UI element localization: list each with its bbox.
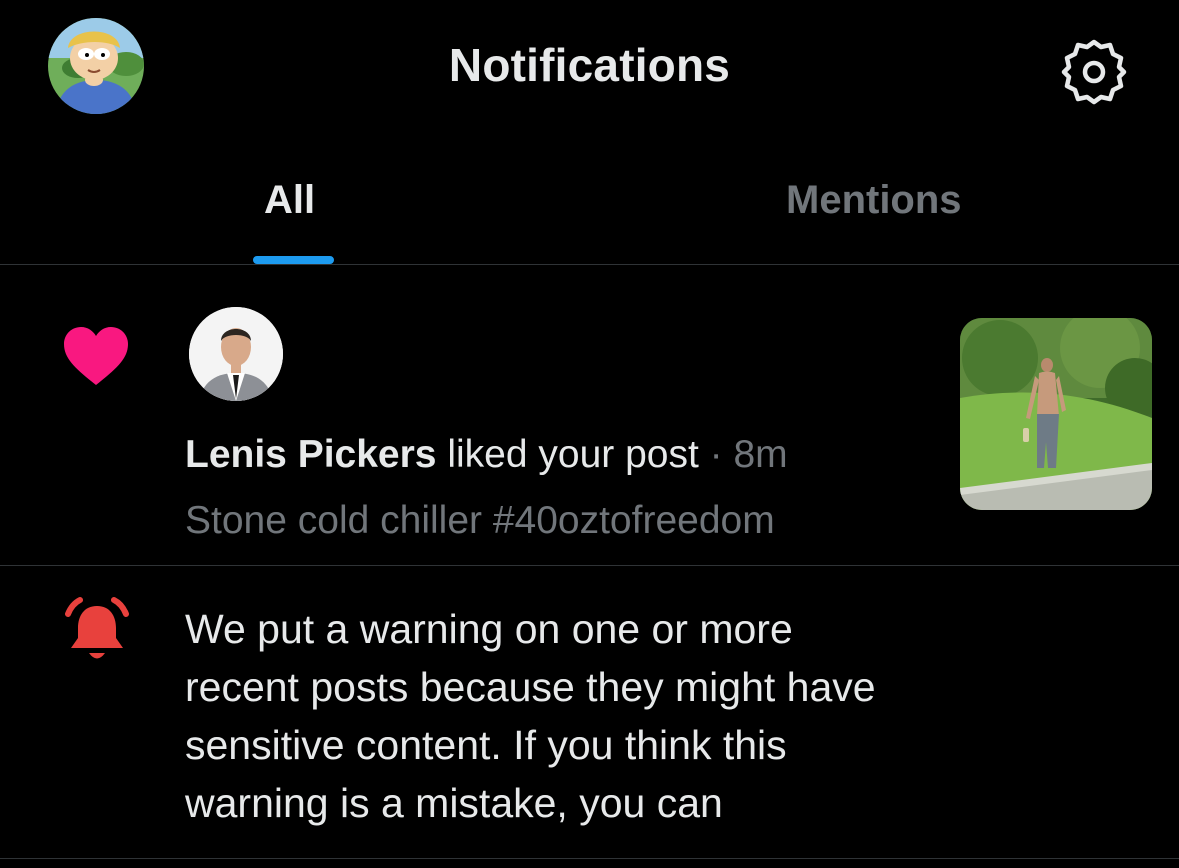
liker-avatar[interactable] [189, 307, 283, 401]
tab-mentions[interactable]: Mentions [589, 134, 1179, 264]
tab-all[interactable]: All [0, 134, 589, 264]
notification-like[interactable]: Lenis Pickers liked your post · 8m Stone… [0, 265, 1179, 566]
post-photo-thumbnail [960, 318, 1152, 510]
tab-mentions-label: Mentions [786, 178, 962, 222]
user-name-link[interactable]: Lenis Pickers [185, 433, 436, 476]
post-snippet: Stone cold chiller #40oztofreedom [185, 499, 775, 542]
heart-icon [64, 327, 128, 385]
gear-icon [1061, 39, 1127, 105]
like-summary: Lenis Pickers liked your post · 8m [185, 433, 788, 477]
top-bar: Notifications [0, 0, 1179, 134]
active-tab-indicator [253, 256, 334, 264]
post-thumbnail[interactable] [960, 318, 1152, 510]
time-separator: · [709, 433, 723, 476]
bell-icon [65, 597, 129, 659]
notification-warning[interactable]: We put a warning on one or more recent p… [0, 566, 1179, 868]
warning-message: We put a warning on one or more recent p… [185, 606, 876, 826]
like-action-text: liked your post [447, 433, 699, 476]
tab-all-label: All [264, 178, 316, 222]
notification-tabs: All Mentions [0, 134, 1179, 265]
page-title: Notifications [448, 39, 731, 91]
timestamp: 8m [733, 433, 788, 476]
settings-button[interactable] [1058, 36, 1130, 108]
person-portrait-icon [189, 307, 283, 401]
divider [0, 858, 1179, 859]
